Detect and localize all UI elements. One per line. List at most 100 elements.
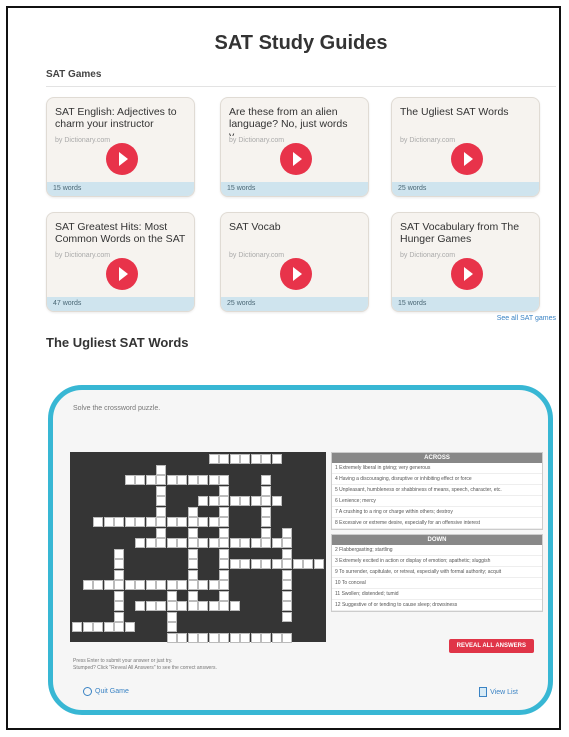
crossword-cell[interactable] [103, 580, 114, 590]
crossword-cell[interactable] [187, 590, 198, 601]
crossword-cell[interactable] [177, 538, 187, 548]
crossword-cell[interactable] [187, 569, 198, 580]
crossword-cell[interactable] [282, 590, 292, 601]
crossword-cell[interactable] [261, 527, 271, 538]
crossword-cell[interactable] [240, 496, 250, 506]
game-card[interactable]: Are these from an alien language? No, ju… [220, 97, 369, 197]
crossword-cell[interactable] [219, 548, 229, 559]
crossword-cell[interactable] [261, 517, 271, 527]
crossword-cell[interactable] [229, 496, 240, 506]
crossword-cell[interactable] [156, 496, 166, 506]
crossword-cell[interactable] [114, 590, 124, 601]
crossword-cell[interactable] [208, 517, 219, 527]
crossword-cell[interactable] [261, 454, 271, 464]
clue-item[interactable]: 8 Excessive or extreme desire, especiall… [332, 518, 542, 529]
crossword-cell[interactable] [114, 548, 124, 559]
crossword-cell[interactable] [82, 580, 93, 590]
crossword-cell[interactable] [124, 580, 135, 590]
crossword-cell[interactable] [219, 559, 229, 569]
crossword-cell[interactable] [93, 517, 103, 527]
crossword-cell[interactable] [198, 580, 208, 590]
crossword-cell[interactable] [187, 548, 198, 559]
crossword-cell[interactable] [229, 538, 240, 548]
crossword-cell[interactable] [208, 454, 219, 464]
clue-item[interactable]: 2 Flabbergasting; startling [332, 545, 542, 556]
crossword-cell[interactable] [166, 622, 177, 632]
crossword-cell[interactable] [282, 611, 292, 622]
crossword-cell[interactable] [282, 569, 292, 580]
crossword-cell[interactable] [198, 538, 208, 548]
crossword-cell[interactable] [219, 538, 229, 548]
crossword-cell[interactable] [219, 569, 229, 580]
game-card[interactable]: SAT Greatest Hits: Most Common Words on … [46, 212, 195, 312]
crossword-cell[interactable] [177, 517, 187, 527]
crossword-cell[interactable] [145, 475, 156, 485]
clue-item[interactable]: 1 Extremely liberal in giving; very gene… [332, 463, 542, 474]
crossword-cell[interactable] [250, 496, 261, 506]
crossword-cell[interactable] [229, 559, 240, 569]
crossword-cell[interactable] [156, 580, 166, 590]
crossword-cell[interactable] [219, 527, 229, 538]
crossword-cell[interactable] [156, 538, 166, 548]
crossword-cell[interactable] [219, 506, 229, 517]
crossword-cell[interactable] [208, 632, 219, 643]
crossword-cell[interactable] [114, 517, 124, 527]
crossword-cell[interactable] [282, 538, 292, 548]
crossword-cell[interactable] [219, 454, 229, 464]
crossword-cell[interactable] [187, 580, 198, 590]
crossword-cell[interactable] [187, 527, 198, 538]
crossword-cell[interactable] [198, 601, 208, 611]
crossword-cell[interactable] [177, 632, 187, 643]
crossword-cell[interactable] [240, 632, 250, 643]
quit-game-link[interactable]: Quit Game [83, 687, 129, 696]
crossword-cell[interactable] [261, 506, 271, 517]
crossword-cell[interactable] [282, 527, 292, 538]
crossword-cell[interactable] [219, 580, 229, 590]
crossword-cell[interactable] [156, 464, 166, 475]
play-icon[interactable] [451, 143, 483, 175]
crossword-cell[interactable] [229, 454, 240, 464]
crossword-cell[interactable] [219, 632, 229, 643]
crossword-cell[interactable] [292, 559, 303, 569]
crossword-cell[interactable] [114, 611, 124, 622]
crossword-cell[interactable] [166, 601, 177, 611]
crossword-cell[interactable] [282, 548, 292, 559]
clue-item[interactable]: 7 A crushing to a ring or charge within … [332, 507, 542, 518]
crossword-cell[interactable] [282, 601, 292, 611]
crossword-cell[interactable] [187, 517, 198, 527]
crossword-cell[interactable] [261, 496, 271, 506]
crossword-cell[interactable] [261, 559, 271, 569]
crossword-cell[interactable] [187, 475, 198, 485]
crossword-cell[interactable] [261, 475, 271, 485]
play-icon[interactable] [451, 258, 483, 290]
crossword-cell[interactable] [187, 559, 198, 569]
crossword-cell[interactable] [271, 632, 282, 643]
game-card[interactable]: SAT Vocab by Dictionary.com 25 words [220, 212, 369, 312]
crossword-cell[interactable] [135, 517, 145, 527]
crossword-cell[interactable] [177, 580, 187, 590]
crossword-cell[interactable] [156, 517, 166, 527]
crossword-cell[interactable] [219, 475, 229, 485]
crossword-cell[interactable] [166, 590, 177, 601]
crossword-cell[interactable] [250, 632, 261, 643]
crossword-cell[interactable] [124, 622, 135, 632]
clue-item[interactable]: 5 Unpleasant, humbleness or shabbiness o… [332, 485, 542, 496]
crossword-cell[interactable] [240, 538, 250, 548]
crossword-cell[interactable] [135, 601, 145, 611]
crossword-cell[interactable] [166, 632, 177, 643]
crossword-cell[interactable] [124, 475, 135, 485]
play-icon[interactable] [106, 143, 138, 175]
crossword-cell[interactable] [208, 475, 219, 485]
clue-item[interactable]: 11 Swollen; distended; tumid [332, 589, 542, 600]
crossword-grid[interactable] [70, 452, 326, 643]
crossword-cell[interactable] [177, 475, 187, 485]
clue-item[interactable]: 10 To conceal [332, 578, 542, 589]
crossword-cell[interactable] [282, 632, 292, 643]
crossword-cell[interactable] [250, 454, 261, 464]
crossword-cell[interactable] [156, 506, 166, 517]
crossword-cell[interactable] [271, 454, 282, 464]
reveal-all-answers-button[interactable]: REVEAL ALL ANSWERS [448, 639, 534, 653]
crossword-cell[interactable] [145, 601, 156, 611]
crossword-cell[interactable] [271, 538, 282, 548]
crossword-cell[interactable] [114, 601, 124, 611]
